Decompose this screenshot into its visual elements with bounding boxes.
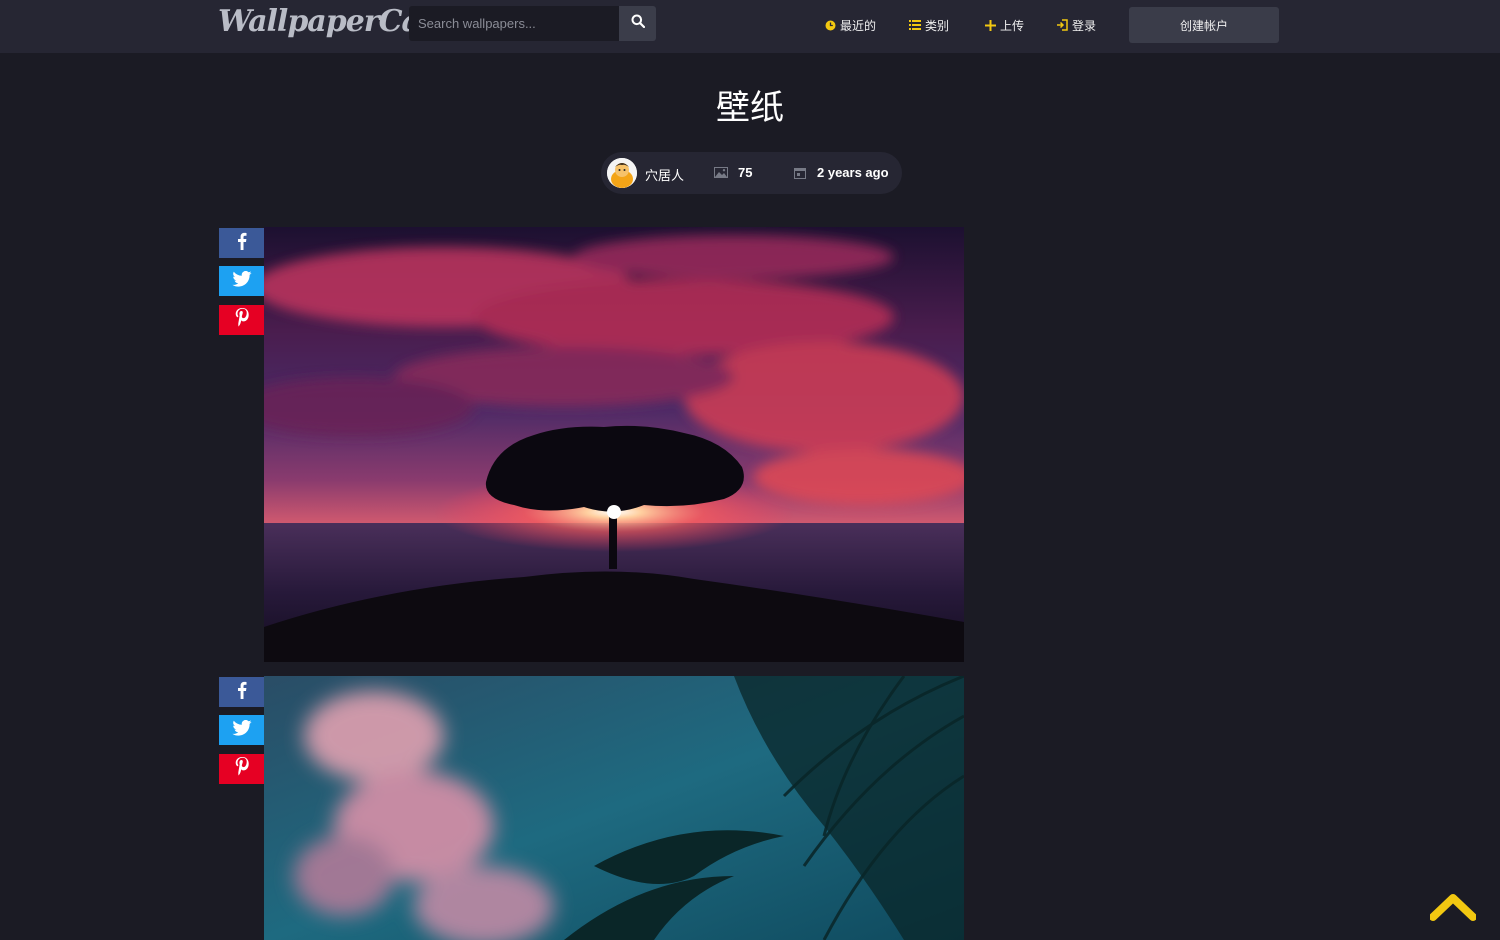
search-button[interactable] (619, 6, 656, 41)
sign-in-icon (1056, 19, 1068, 31)
nav-upload-label: 上传 (1000, 18, 1025, 33)
search-form (409, 6, 656, 41)
page-title: 壁纸 (716, 88, 784, 128)
wallpaper-image-2 (264, 676, 964, 940)
pinterest-share-button[interactable] (219, 305, 264, 335)
author-avatar[interactable] (607, 158, 637, 188)
twitter-icon (231, 270, 252, 292)
twitter-share-button[interactable] (219, 715, 264, 745)
image-count: 75 (714, 165, 752, 180)
facebook-share-button[interactable] (219, 677, 264, 707)
scroll-to-top-button[interactable] (1429, 893, 1477, 923)
nav-login[interactable]: 登录 (1056, 16, 1096, 34)
image-icon (714, 167, 728, 178)
create-account-button[interactable]: 创建帐户 (1129, 7, 1279, 43)
wallpaper-image-1 (264, 227, 964, 662)
album-meta-bar: 穴居人 75 2 years ago (601, 152, 902, 194)
facebook-icon (237, 681, 247, 704)
upload-time-value: 2 years ago (817, 165, 889, 180)
search-icon (631, 14, 645, 33)
twitter-share-button[interactable] (219, 266, 264, 296)
list-icon (909, 20, 921, 30)
wallpaper-tree-sunset[interactable] (264, 227, 964, 662)
chevron-up-icon (1429, 894, 1477, 927)
upload-time: 2 years ago (794, 165, 889, 180)
top-navigation-bar: WallpaperCave 最近的 类别 上传 登录 创建帐户 (0, 0, 1500, 53)
pinterest-share-button[interactable] (219, 754, 264, 784)
nav-recent[interactable]: 最近的 (825, 16, 876, 34)
twitter-icon (231, 719, 252, 741)
nav-recent-label: 最近的 (840, 18, 877, 33)
pinterest-icon (235, 756, 249, 782)
nav-categories[interactable]: 类别 (909, 16, 949, 34)
plus-icon (985, 19, 996, 31)
facebook-share-button[interactable] (219, 228, 264, 258)
author-name[interactable]: 穴居人 (645, 165, 684, 184)
pinterest-icon (235, 307, 249, 333)
nav-upload[interactable]: 上传 (985, 16, 1024, 34)
image-count-value: 75 (738, 165, 753, 180)
wallpaper-palm-cloud[interactable] (264, 676, 964, 940)
search-input[interactable] (409, 6, 619, 41)
nav-login-label: 登录 (1072, 18, 1097, 33)
clock-icon (825, 20, 836, 31)
nav-categories-label: 类别 (925, 18, 950, 33)
facebook-icon (237, 232, 247, 255)
calendar-icon (794, 167, 806, 179)
